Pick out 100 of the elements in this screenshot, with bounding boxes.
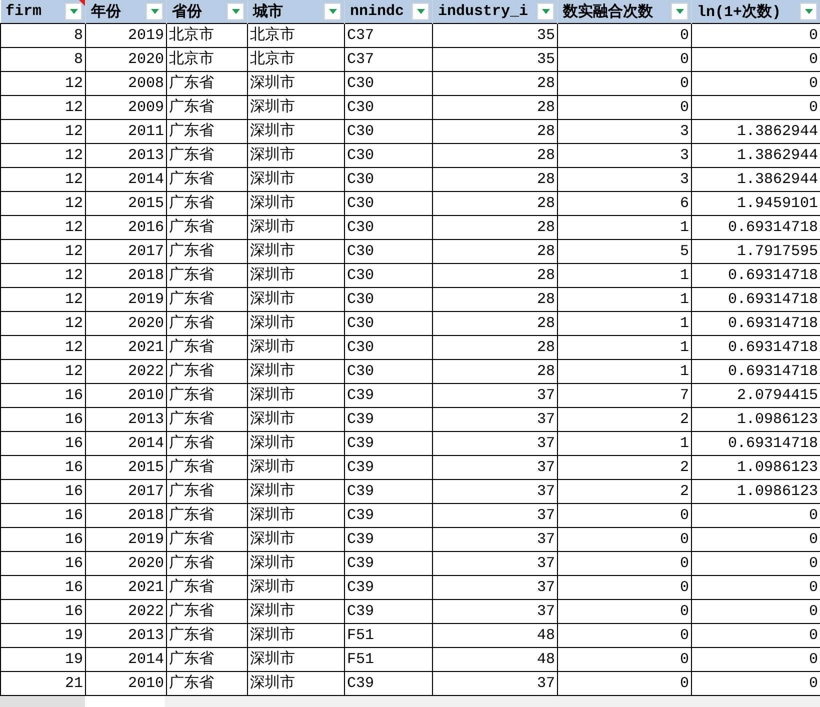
table-cell: 12: [64, 243, 83, 260]
table-cell: 28: [536, 219, 555, 236]
table-cell: 12: [64, 171, 83, 188]
table-cell: 16: [64, 411, 83, 428]
filter-dropdown-button[interactable]: [537, 3, 554, 20]
table-cell: 0: [680, 51, 689, 68]
table-cell: 广东省: [169, 411, 214, 428]
table-cell: 0.69314718: [728, 339, 818, 356]
filter-dropdown-button[interactable]: [412, 3, 429, 20]
dropdown-arrow-icon: [542, 9, 550, 14]
table-cell: 广东省: [169, 387, 214, 404]
table-cell: C37: [347, 51, 374, 68]
table-cell: 广东省: [169, 435, 214, 452]
table-cell: 0: [680, 75, 689, 92]
table-cell: C39: [347, 507, 374, 524]
table-cell: 1.3862944: [736, 147, 818, 164]
table-cell: 19: [64, 651, 83, 668]
table-cell: 深圳市: [250, 315, 295, 332]
table-cell: 广东省: [169, 579, 214, 596]
table-cell: 0: [808, 651, 818, 668]
table-cell: 2020: [128, 315, 164, 332]
table-cell: 2022: [128, 603, 164, 620]
table-cell: 0: [808, 675, 818, 692]
table-cell: 37: [536, 387, 555, 404]
table-cell: 16: [64, 507, 83, 524]
table-cell: 16: [64, 555, 83, 572]
table-cell: 深圳市: [250, 579, 295, 596]
table-cell: 广东省: [169, 459, 214, 476]
table-cell: 2: [680, 459, 689, 476]
table-cell: 2017: [128, 243, 164, 260]
table-cell: C30: [347, 267, 374, 284]
table-cell: 16: [64, 579, 83, 596]
filter-dropdown-button[interactable]: [324, 3, 341, 20]
table-cell: 1: [680, 363, 689, 380]
table-cell: 0.69314718: [728, 435, 818, 452]
table-cell: 深圳市: [250, 675, 295, 692]
table-cell: 深圳市: [250, 507, 295, 524]
table-cell: 深圳市: [250, 243, 295, 260]
table-cell: 0: [680, 603, 689, 620]
table-cell: 深圳市: [250, 411, 295, 428]
table-cell: 广东省: [169, 315, 214, 332]
table-cell: 0: [680, 555, 689, 572]
table-cell: 北京市: [169, 27, 214, 44]
table-cell: 37: [536, 459, 555, 476]
table-cell: 深圳市: [250, 387, 295, 404]
table-cell: C39: [347, 387, 374, 404]
table-cell: 深圳市: [250, 291, 295, 308]
table-cell: 37: [536, 435, 555, 452]
table-cell: 28: [536, 315, 555, 332]
table-cell: 19: [64, 627, 83, 644]
filter-dropdown-button[interactable]: [800, 3, 817, 20]
table-cell: 2008: [128, 75, 164, 92]
table-cell: 2011: [128, 123, 164, 140]
table-cell: 广东省: [169, 363, 214, 380]
dropdown-arrow-icon: [150, 9, 158, 14]
table-cell: 1: [680, 339, 689, 356]
table-cell: 广东省: [169, 627, 214, 644]
table-cell: 0: [680, 507, 689, 524]
table-cell: 2010: [128, 387, 164, 404]
dropdown-arrow-icon: [804, 9, 812, 14]
table-cell: 1.0986123: [736, 483, 818, 500]
table-cell: 28: [536, 123, 555, 140]
table-cell: 12: [64, 123, 83, 140]
table-cell: 深圳市: [250, 603, 295, 620]
table-cell: 28: [536, 171, 555, 188]
table-cell: 16: [64, 603, 83, 620]
filter-dropdown-button[interactable]: [671, 3, 688, 20]
table-cell: 深圳市: [250, 171, 295, 188]
table-cell: 12: [64, 99, 83, 116]
table-cell: 0: [680, 579, 689, 596]
table-cell: 35: [536, 51, 555, 68]
dropdown-arrow-icon: [676, 9, 684, 14]
column-header: 数实融合次数: [562, 2, 654, 21]
filter-dropdown-button[interactable]: [227, 3, 244, 20]
table-cell: 北京市: [169, 51, 214, 68]
table-cell: 深圳市: [250, 651, 295, 668]
table-cell: 6: [680, 195, 689, 212]
table-cell: 2020: [128, 555, 164, 572]
table-cell: 深圳市: [250, 531, 295, 548]
table-cell: 35: [536, 27, 555, 44]
table-cell: 1.0986123: [736, 459, 818, 476]
table-cell: 12: [64, 339, 83, 356]
table-cell: C30: [347, 171, 374, 188]
filter-dropdown-button[interactable]: [146, 3, 163, 20]
table-cell: 广东省: [169, 507, 214, 524]
filter-dropdown-button[interactable]: [65, 3, 82, 20]
table-cell: 广东省: [169, 219, 214, 236]
column-header: industry_i: [437, 3, 530, 20]
table-cell: C39: [347, 483, 374, 500]
table-cell: 深圳市: [250, 555, 295, 572]
table-cell: 2021: [128, 579, 164, 596]
dropdown-arrow-icon: [328, 9, 336, 14]
table-cell: C30: [347, 219, 374, 236]
table-cell: 12: [64, 291, 83, 308]
table-cell: 1: [680, 219, 689, 236]
table-cell: 1: [680, 291, 689, 308]
table-cell: 2010: [128, 675, 164, 692]
table-cell: 0: [808, 627, 818, 644]
table-cell: 0.69314718: [728, 291, 818, 308]
table-cell: 2013: [128, 147, 164, 164]
